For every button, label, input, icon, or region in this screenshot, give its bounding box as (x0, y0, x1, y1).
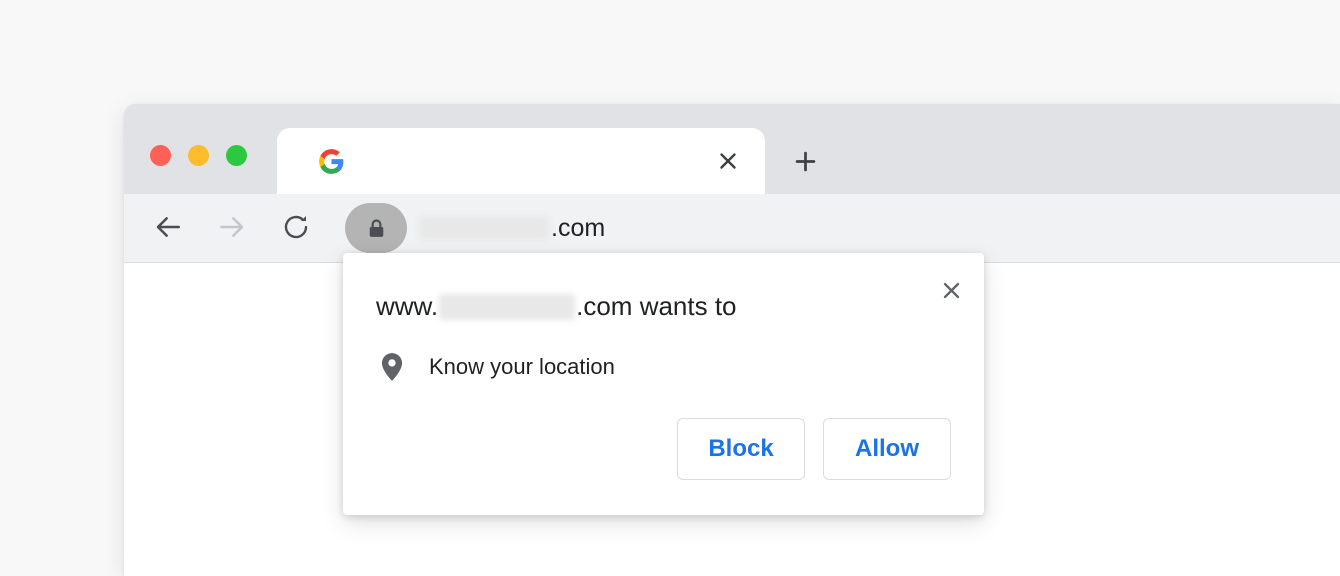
window-maximize-button[interactable] (226, 145, 247, 166)
forward-button (209, 204, 255, 250)
dialog-actions: Block Allow (677, 418, 951, 480)
permission-label: Know your location (429, 354, 615, 379)
dialog-title-suffix: .com wants to (576, 291, 737, 321)
new-tab-button[interactable] (788, 144, 822, 178)
back-button[interactable] (145, 204, 191, 250)
redacted-hostname (419, 216, 549, 240)
dialog-close-icon[interactable] (932, 271, 970, 309)
tab-close-icon[interactable] (713, 146, 743, 176)
tab-strip (124, 104, 1340, 194)
dialog-title: www. .com wants to (376, 291, 737, 322)
tab-title (357, 148, 657, 175)
permission-row: Know your location (379, 352, 615, 382)
reload-button[interactable] (273, 204, 319, 250)
window-close-button[interactable] (150, 145, 171, 166)
dialog-title-prefix: www. (376, 291, 439, 321)
address-bar[interactable]: .com (345, 203, 1340, 253)
location-pin-icon (379, 352, 405, 382)
lock-icon[interactable] (345, 203, 407, 253)
address-bar-suffix: .com (551, 213, 606, 242)
browser-tab-active[interactable] (277, 128, 765, 194)
address-bar-text[interactable]: .com (419, 214, 605, 243)
block-button[interactable]: Block (677, 418, 805, 480)
redacted-hostname (439, 293, 576, 320)
allow-button[interactable]: Allow (823, 418, 951, 480)
location-permission-dialog: www. .com wants to Know your location Bl… (343, 253, 984, 515)
google-g-icon (318, 148, 345, 175)
window-minimize-button[interactable] (188, 145, 209, 166)
window-controls (150, 145, 247, 166)
